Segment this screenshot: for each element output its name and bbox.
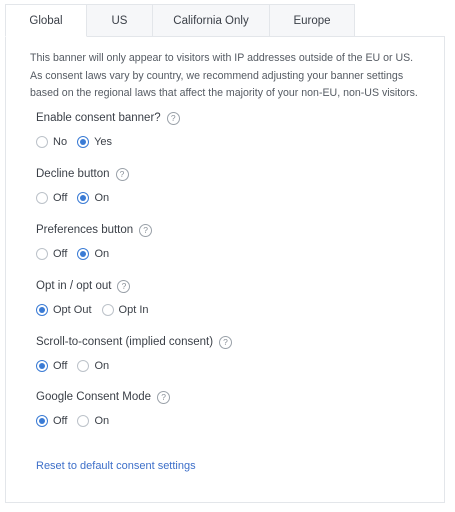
radio-button[interactable] (101, 304, 114, 316)
tab-us[interactable]: US (87, 4, 153, 37)
region-tabs: Global US California Only Europe (5, 4, 355, 37)
banner-description: This banner will only appear to visitors… (30, 52, 418, 99)
radio-option-off[interactable]: Off (36, 360, 67, 372)
radio-option-on[interactable]: On (77, 248, 109, 260)
radio-button[interactable] (36, 248, 48, 260)
radio-option-on[interactable]: On (77, 192, 109, 204)
radio-button-selected[interactable] (77, 136, 90, 148)
radio-option-no[interactable]: No (36, 136, 67, 148)
radio-label: On (94, 360, 110, 372)
radio-button[interactable] (77, 360, 90, 372)
radio-group: Off On (36, 414, 170, 428)
radio-group: Off On (36, 359, 232, 373)
radio-button[interactable] (77, 415, 90, 427)
radio-button-selected[interactable] (36, 415, 48, 427)
radio-button[interactable] (36, 192, 48, 204)
radio-label: On (94, 192, 110, 204)
radio-label: Yes (94, 136, 113, 148)
radio-label: No (53, 136, 68, 148)
radio-option-on[interactable]: On (77, 360, 109, 372)
setting-label: Google Consent Mode (36, 391, 152, 403)
setting-google-consent-mode: Google Consent Mode ? Off On (36, 390, 171, 428)
setting-scroll-to-consent: Scroll-to-consent (implied consent) ? Of… (36, 335, 233, 373)
help-icon[interactable]: ? (166, 111, 180, 125)
setting-preferences-button: Preferences button ? Off On (36, 223, 153, 261)
radio-group: Off On (36, 191, 129, 205)
radio-label: Off (53, 248, 68, 260)
radio-label: Off (53, 192, 68, 204)
setting-opt-in-opt-out: Opt in / opt out ? Opt Out Opt In (36, 279, 159, 317)
reset-defaults-link[interactable]: Reset to default consent settings (36, 460, 196, 472)
help-icon[interactable]: ? (115, 167, 129, 181)
radio-group: Opt Out Opt In (36, 303, 159, 317)
setting-label: Preferences button (36, 224, 134, 236)
tab-label: Europe (293, 14, 331, 27)
radio-button-selected[interactable] (36, 304, 48, 316)
radio-option-opt-out[interactable]: Opt Out (36, 304, 92, 316)
setting-label: Decline button (36, 168, 110, 180)
radio-label: On (94, 248, 110, 260)
radio-option-off[interactable]: Off (36, 248, 67, 260)
tab-label: Global (29, 14, 63, 27)
tab-label: US (111, 14, 128, 27)
tab-global[interactable]: Global (5, 4, 87, 37)
radio-group: Off On (36, 247, 152, 261)
setting-label: Enable consent banner? (36, 112, 161, 124)
radio-button-selected[interactable] (77, 192, 90, 204)
setting-label: Scroll-to-consent (implied consent) (36, 336, 214, 348)
tab-label: California Only (173, 14, 249, 27)
radio-button-selected[interactable] (36, 360, 48, 372)
settings-panel (5, 36, 445, 503)
help-icon[interactable]: ? (219, 335, 233, 349)
radio-option-yes[interactable]: Yes (77, 136, 112, 148)
help-icon[interactable]: ? (117, 279, 131, 293)
radio-label: Off (53, 360, 68, 372)
radio-label: On (94, 415, 110, 427)
radio-group: No Yes (36, 135, 180, 149)
radio-label: Opt Out (53, 304, 92, 316)
setting-enable-consent-banner: Enable consent banner? ? No Yes (36, 111, 180, 149)
help-icon[interactable]: ? (157, 390, 171, 404)
tab-california-only[interactable]: California Only (153, 4, 270, 37)
help-icon[interactable]: ? (139, 223, 153, 237)
radio-label: Off (53, 415, 68, 427)
radio-option-off[interactable]: Off (36, 192, 67, 204)
tab-europe[interactable]: Europe (270, 4, 355, 37)
radio-option-on[interactable]: On (77, 415, 109, 427)
radio-button-selected[interactable] (77, 248, 90, 260)
radio-button[interactable] (36, 136, 48, 148)
radio-label: Opt In (118, 304, 149, 316)
setting-label: Opt in / opt out (36, 280, 112, 292)
radio-option-off[interactable]: Off (36, 415, 67, 427)
radio-option-opt-in[interactable]: Opt In (101, 304, 149, 316)
setting-decline-button: Decline button ? Off On (36, 167, 129, 205)
